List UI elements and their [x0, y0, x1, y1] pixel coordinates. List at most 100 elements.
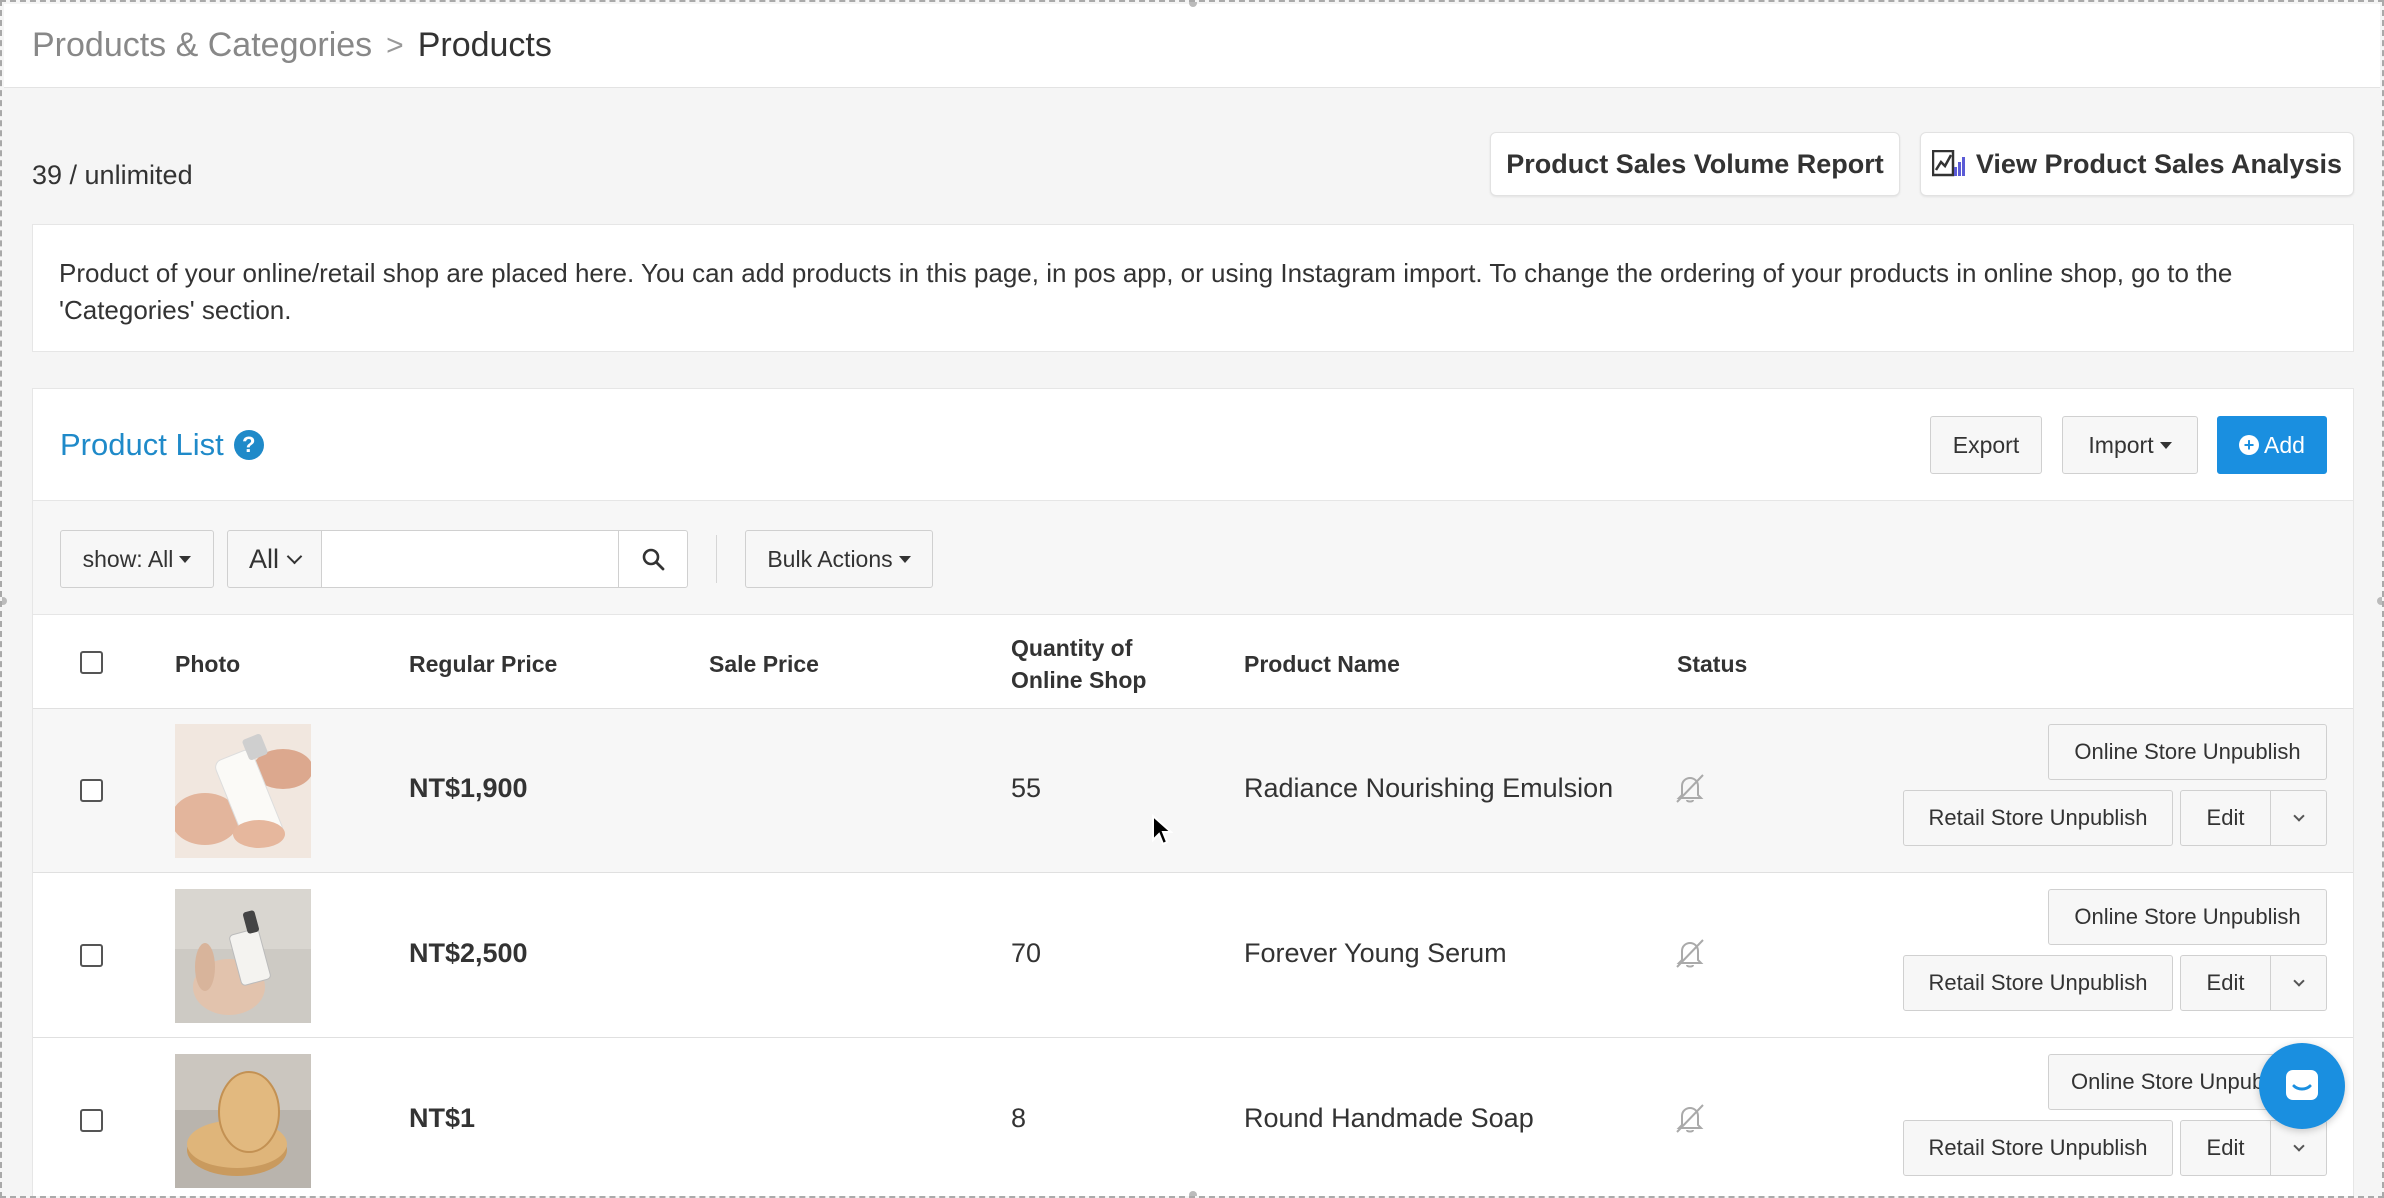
- product-photo[interactable]: [175, 1054, 311, 1188]
- quantity: 8: [1011, 1103, 1027, 1133]
- plus-circle-icon: +: [2239, 435, 2260, 455]
- quantity: 70: [1011, 938, 1042, 968]
- chart-analysis-icon: [1931, 150, 1965, 177]
- category-filter-label: All: [248, 543, 279, 574]
- help-icon[interactable]: ?: [233, 430, 264, 460]
- row-checkbox[interactable]: [80, 1109, 103, 1132]
- edit-label: Edit: [2206, 805, 2245, 830]
- add-product-button[interactable]: + Add: [2217, 416, 2327, 474]
- chevron-down-icon: [2292, 810, 2305, 822]
- resize-handle[interactable]: [2, 597, 7, 605]
- table-header: Photo Regular Price Sale Price Quantity …: [33, 615, 2353, 709]
- product-name: Round Handmade Soap: [1244, 1103, 1534, 1133]
- retail-store-unpublish-button[interactable]: Retail Store Unpublish: [1903, 955, 2173, 1011]
- sales-volume-report-label: Product Sales Volume Report: [1506, 148, 1884, 179]
- online-store-unpublish-button[interactable]: Online Store Unpublish: [2048, 724, 2327, 780]
- retail-store-unpublish-label: Retail Store Unpublish: [1928, 805, 2148, 830]
- chevron-down-icon: [2292, 1140, 2305, 1152]
- edit-button[interactable]: Edit: [2180, 1120, 2271, 1176]
- retail-store-unpublish-button[interactable]: Retail Store Unpublish: [1903, 1120, 2173, 1176]
- app-frame: Products & Categories > Products 39 / un…: [0, 0, 2384, 1198]
- online-store-unpublish-label: Online Store Unpublish: [2074, 904, 2301, 929]
- retail-store-unpublish-label: Retail Store Unpublish: [1928, 970, 2148, 995]
- header-quantity: Quantity of Online Shop: [1011, 632, 1146, 696]
- more-actions-button[interactable]: [2270, 790, 2327, 846]
- panel-header: Product List ? Export Import + Add: [33, 389, 2353, 501]
- online-store-unpublish-button[interactable]: Online Store Unpublish: [2048, 889, 2327, 945]
- sales-volume-report-button[interactable]: Product Sales Volume Report: [1490, 132, 1900, 196]
- edit-label: Edit: [2206, 1135, 2245, 1160]
- filter-toolbar: show: All All Bulk Actions: [33, 501, 2353, 615]
- panel-title: Product List ?: [60, 427, 264, 463]
- view-sales-analysis-button[interactable]: View Product Sales Analysis: [1920, 132, 2354, 196]
- bulk-actions-dropdown[interactable]: Bulk Actions: [745, 530, 933, 588]
- breadcrumb-separator: >: [386, 28, 404, 62]
- header-status: Status: [1677, 651, 1748, 677]
- import-dropdown-button[interactable]: Import: [2062, 416, 2198, 474]
- breadcrumb: Products & Categories > Products: [4, 4, 2380, 88]
- edit-button[interactable]: Edit: [2180, 790, 2271, 846]
- more-actions-button[interactable]: [2270, 955, 2327, 1011]
- row-checkbox[interactable]: [80, 779, 103, 802]
- header-regular-price: Regular Price: [409, 651, 558, 677]
- edit-button[interactable]: Edit: [2180, 955, 2271, 1011]
- bulk-actions-label: Bulk Actions: [767, 545, 893, 572]
- search-button[interactable]: [618, 530, 688, 588]
- product-name: Radiance Nourishing Emulsion: [1244, 773, 1614, 803]
- table-row[interactable]: NT$1,900 55 Radiance Nourishing Emulsion…: [33, 709, 2353, 873]
- info-description: Product of your online/retail shop are p…: [32, 224, 2354, 352]
- header-quantity-line2: Online Shop: [1011, 667, 1147, 693]
- quantity: 55: [1011, 773, 1042, 803]
- bell-slash-icon: [1676, 1104, 1704, 1133]
- regular-price: NT$1: [409, 1103, 476, 1133]
- product-list-panel: Product List ? Export Import + Add show:…: [32, 388, 2354, 1196]
- table-row[interactable]: NT$2,500 70 Forever Young Serum Online S…: [33, 874, 2353, 1038]
- caret-down-icon: [898, 555, 911, 563]
- search-input[interactable]: [321, 530, 619, 588]
- chevron-down-icon: [286, 548, 303, 564]
- header-quantity-line1: Quantity of: [1011, 635, 1133, 661]
- product-list-title: Product List: [60, 427, 224, 462]
- select-all-checkbox[interactable]: [80, 651, 103, 674]
- breadcrumb-parent-link[interactable]: Products & Categories: [32, 26, 372, 65]
- resize-handle[interactable]: [1189, 1191, 1197, 1196]
- edit-label: Edit: [2206, 970, 2245, 995]
- chevron-down-icon: [2292, 975, 2305, 987]
- category-filter-dropdown[interactable]: All: [227, 530, 322, 588]
- show-filter-dropdown[interactable]: show: All: [60, 530, 214, 588]
- serum-bottle-image: [175, 889, 311, 1023]
- table-row[interactable]: NT$1 8 Round Handmade Soap Online Store …: [33, 1039, 2353, 1196]
- view-sales-analysis-label: View Product Sales Analysis: [1975, 148, 2343, 179]
- bell-slash-icon: [1676, 939, 1704, 968]
- header-photo: Photo: [175, 651, 241, 677]
- resize-handle[interactable]: [2377, 597, 2382, 605]
- chat-icon: [2286, 1070, 2318, 1100]
- caret-down-icon: [179, 555, 192, 563]
- emulsion-bottle-image: [175, 724, 311, 858]
- bell-slash-icon: [1676, 774, 1704, 803]
- product-count: 39 / unlimited: [32, 160, 193, 190]
- regular-price: NT$1,900: [409, 773, 528, 803]
- import-label: Import: [2088, 431, 2154, 458]
- retail-store-unpublish-button[interactable]: Retail Store Unpublish: [1903, 790, 2173, 846]
- mouse-cursor-icon: [1152, 814, 1173, 846]
- row-checkbox[interactable]: [80, 944, 103, 967]
- toolbar-divider: [716, 535, 717, 583]
- add-label: Add: [2264, 431, 2305, 458]
- product-photo[interactable]: [175, 889, 311, 1023]
- search-icon: [642, 548, 665, 571]
- product-photo[interactable]: [175, 724, 311, 858]
- regular-price: NT$2,500: [409, 938, 528, 968]
- online-store-unpublish-label: Online Store Unpubl: [2071, 1069, 2270, 1094]
- soap-image: [175, 1054, 311, 1188]
- online-store-unpublish-label: Online Store Unpublish: [2074, 739, 2301, 764]
- header-product-name: Product Name: [1244, 651, 1400, 677]
- show-filter-label: show: All: [82, 545, 174, 572]
- export-button[interactable]: Export: [1930, 416, 2042, 474]
- breadcrumb-current: Products: [417, 26, 552, 64]
- export-label: Export: [1952, 431, 2020, 458]
- product-name: Forever Young Serum: [1244, 938, 1507, 968]
- header-sale-price: Sale Price: [709, 651, 819, 677]
- chat-launcher-button[interactable]: [2259, 1043, 2345, 1129]
- caret-down-icon: [2159, 441, 2172, 449]
